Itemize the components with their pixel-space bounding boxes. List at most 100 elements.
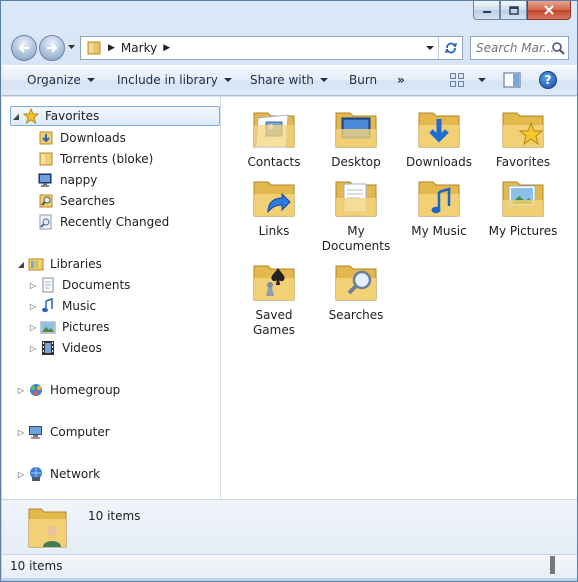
share-with-label: Share with [250,73,314,87]
maximize-button[interactable] [500,1,527,20]
organize-menu[interactable]: Organize [27,73,95,87]
minimize-icon [482,11,491,13]
close-button[interactable] [527,1,571,20]
expander-collapsed-icon[interactable]: ▷ [28,302,38,311]
nav-favorite-label: nappy [60,173,98,187]
folder-item-label: Favorites [495,155,551,169]
videos-library-icon [42,341,54,355]
contacts-folder-icon [253,112,295,148]
include-in-library-label: Include in library [117,73,218,87]
nav-network[interactable]: ▷ Network [16,464,100,484]
folder-item-label: Downloads [406,155,472,169]
desktop-folder-icon [335,112,377,148]
network-computer-icon [38,173,52,187]
view-grid-icon [450,73,464,87]
nav-favorite-label: Torrents (bloke) [60,152,154,166]
expander-collapsed-icon[interactable]: ▷ [28,281,38,290]
user-folder-icon [87,41,101,55]
main-area: ◢ Favorites Downloads Torrents (bloke) n… [2,97,577,499]
burn-button[interactable]: Burn [349,73,377,87]
refresh-button[interactable] [438,37,462,59]
expander-collapsed-icon[interactable]: ▷ [16,428,26,437]
folder-item-label: My Documents [321,224,391,253]
nav-library-documents[interactable]: ▷ Documents [28,275,130,295]
recent-pages-chevron-icon[interactable] [68,44,75,50]
folder-item-saved-games[interactable]: Saved Games [233,258,315,338]
expander-collapsed-icon[interactable]: ▷ [16,470,26,479]
maximize-icon [508,5,519,15]
folder-item-links[interactable]: Links [233,174,315,239]
nav-computer[interactable]: ▷ Computer [16,422,110,442]
folder-item-searches[interactable]: Searches [315,258,397,323]
expander-expanded-icon[interactable]: ◢ [16,260,26,269]
search-input[interactable] [476,41,554,55]
music-folder-icon [418,181,460,217]
breadcrumb-current[interactable]: Marky [121,41,157,55]
nav-favorite-label: Recently Changed [60,215,170,229]
downloads-folder-icon [418,112,460,148]
documents-folder-icon [335,181,377,217]
minimize-button[interactable] [473,1,500,20]
expander-collapsed-icon[interactable]: ▷ [28,323,38,332]
homegroup-icon [30,384,42,396]
search-icon [552,42,565,55]
nav-computer-label: Computer [50,425,110,439]
explorer-window: ▶ Marky ▶ Organize [0,0,578,582]
downloads-folder-icon [39,131,53,145]
organize-label: Organize [27,73,81,87]
nav-favorite-torrents[interactable]: Torrents (bloke) [38,149,153,169]
nav-favorite-downloads[interactable]: Downloads [38,128,126,148]
breadcrumb-separator-icon[interactable]: ▶ [108,43,115,53]
music-library-icon [42,298,53,313]
folder-item-my-documents[interactable]: My Documents [315,174,397,254]
folder-item-contacts[interactable]: Contacts [233,105,315,170]
expander-expanded-icon[interactable]: ◢ [11,112,21,121]
more-commands-button[interactable]: » [397,73,405,87]
nav-library-videos[interactable]: ▷ Videos [28,338,102,358]
include-in-library-menu[interactable]: Include in library [117,73,232,87]
pictures-folder-icon [502,181,544,217]
nav-favorite-nappy[interactable]: nappy [38,170,97,190]
command-bar: Organize Include in library Share with B… [2,65,577,96]
share-with-menu[interactable]: Share with [250,73,328,87]
recent-search-icon [39,214,52,230]
chevron-down-icon [86,78,95,82]
nav-favorite-recently-changed[interactable]: Recently Changed [38,212,169,232]
resize-grip-icon[interactable] [550,556,555,574]
help-button[interactable]: ? [539,71,557,89]
status-bar: 10 items [2,554,577,578]
address-dropdown-icon[interactable] [426,45,434,51]
folder-item-my-pictures[interactable]: My Pictures [482,174,564,239]
expander-collapsed-icon[interactable]: ▷ [16,386,26,395]
nav-favorites[interactable]: ◢ Favorites [10,106,220,126]
expander-collapsed-icon[interactable]: ▷ [28,344,38,353]
breadcrumb-separator-icon[interactable]: ▶ [163,43,170,53]
details-pane: 10 items [2,499,577,554]
documents-library-icon [42,277,54,293]
forward-button[interactable] [39,35,65,61]
nav-libraries[interactable]: ◢ Libraries [16,254,102,274]
folder-item-desktop[interactable]: Desktop [315,105,397,170]
preview-pane-button[interactable] [503,72,521,91]
navigation-row: ▶ Marky ▶ [1,31,578,65]
nav-library-label: Pictures [62,320,110,334]
chevron-down-icon [478,78,486,82]
folder-item-my-music[interactable]: My Music [398,174,480,239]
nav-favorite-label: Searches [60,194,115,208]
folder-item-downloads[interactable]: Downloads [398,105,480,170]
nav-library-music[interactable]: ▷ Music [28,296,96,316]
star-icon [23,108,39,124]
nav-favorite-searches[interactable]: Searches [38,191,115,211]
status-item-count: 10 items [10,559,63,573]
change-view-button[interactable] [449,72,486,88]
nav-homegroup[interactable]: ▷ Homegroup [16,380,120,400]
favorites-folder-icon [502,112,544,148]
nav-homegroup-label: Homegroup [50,383,121,397]
nav-library-label: Videos [62,341,102,355]
address-bar[interactable]: ▶ Marky ▶ [80,36,463,60]
back-button[interactable] [11,35,37,61]
folder-item-label: My Music [411,224,467,238]
search-box[interactable] [470,36,569,60]
nav-library-pictures[interactable]: ▷ Pictures [28,317,110,337]
folder-item-favorites[interactable]: Favorites [482,105,564,170]
